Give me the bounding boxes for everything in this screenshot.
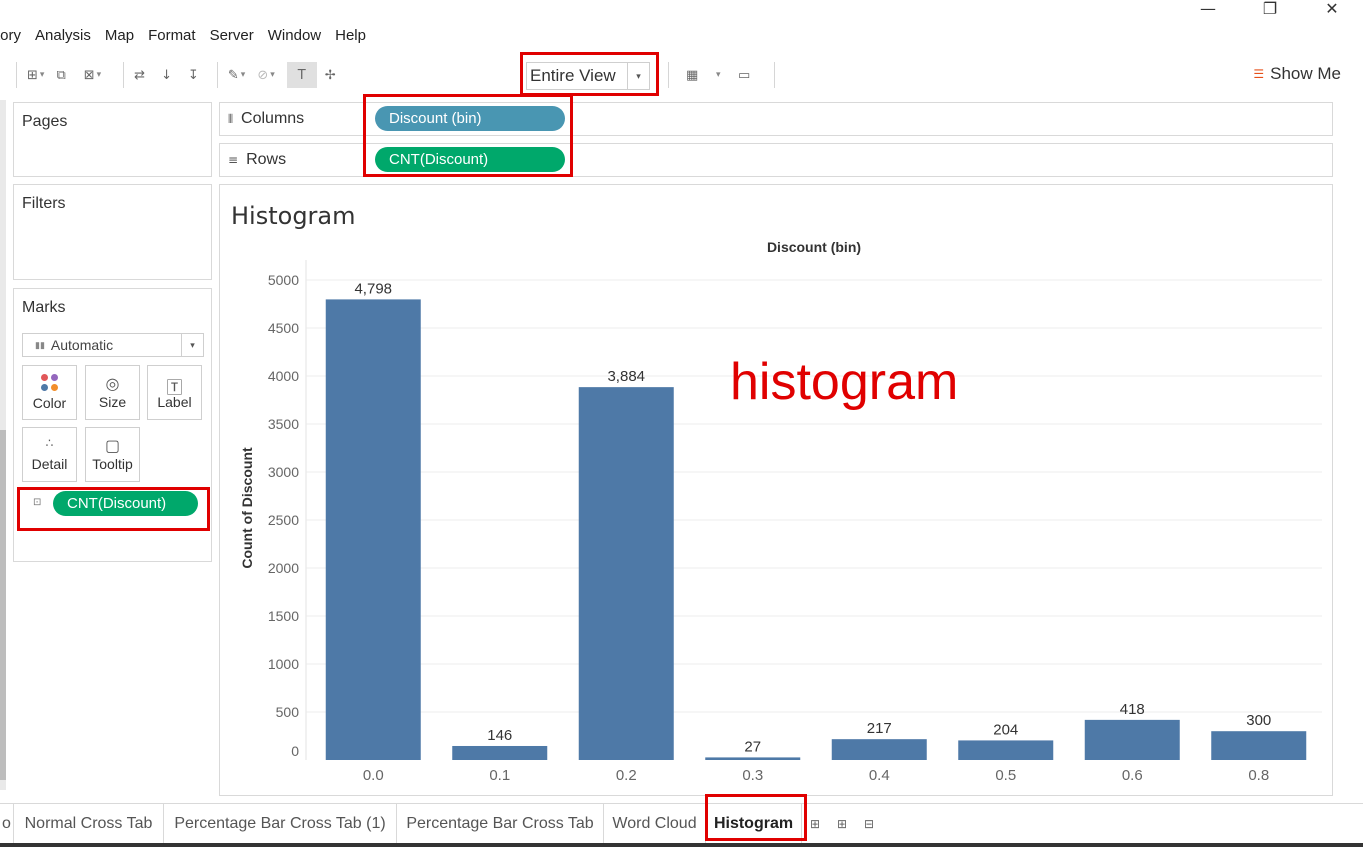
- size-icon: ◎: [105, 374, 120, 393]
- fix-axes-icon[interactable]: ✢: [325, 62, 336, 88]
- detail-label: Detail: [31, 456, 68, 472]
- highlight-box-tab: [705, 794, 807, 841]
- group-members-icon[interactable]: ⊘: [257, 62, 268, 88]
- toolbar-separator: [668, 62, 669, 88]
- toolbar-separator: [216, 62, 218, 88]
- sheet-tab-bar: o Normal Cross Tab Percentage Bar Cross …: [0, 803, 1363, 844]
- duplicate-sheet-icon[interactable]: ⧉: [56, 62, 65, 88]
- rows-icon: ≡: [228, 153, 239, 167]
- highlight-box-shelves: [363, 94, 573, 177]
- highlight-box-fit: [520, 52, 659, 96]
- color-icon: [40, 374, 59, 392]
- bottom-border: [0, 843, 1363, 847]
- label-icon: 🅃: [166, 378, 183, 397]
- color-label: Color: [32, 395, 67, 411]
- tab-word-cloud[interactable]: Word Cloud: [604, 804, 706, 844]
- label-label: Label: [157, 394, 192, 410]
- menu-bar: tory Analysis Map Format Server Window H…: [0, 27, 380, 49]
- sort-ascending-icon[interactable]: ↓: [161, 62, 172, 88]
- left-scrollbar[interactable]: [0, 430, 6, 780]
- new-worksheet-dropdown-icon[interactable]: ▾: [40, 62, 45, 88]
- filters-title: Filters: [22, 195, 66, 212]
- close-button[interactable]: ✕: [1301, 0, 1363, 20]
- new-dashboard-icon[interactable]: ⊞: [837, 804, 847, 844]
- bar-chart-icon: ▮▮: [35, 339, 45, 350]
- marks-title: Marks: [22, 299, 66, 316]
- show-cards-icon[interactable]: ▦: [686, 62, 698, 88]
- menu-story[interactable]: tory: [0, 27, 21, 49]
- clear-sheet-dropdown-icon[interactable]: ▾: [97, 62, 102, 88]
- tab-normal-cross-tab[interactable]: Normal Cross Tab: [14, 804, 164, 844]
- worksheet-view: [219, 184, 1333, 796]
- swap-rows-columns-icon[interactable]: ⇄: [134, 62, 145, 88]
- pages-title: Pages: [22, 113, 68, 130]
- size-label: Size: [98, 394, 127, 410]
- new-story-icon[interactable]: ⊟: [864, 804, 874, 844]
- new-worksheet-icon[interactable]: ⊞: [27, 62, 38, 88]
- tooltip-icon: ▢: [104, 436, 121, 455]
- show-cards-dropdown-icon[interactable]: ▾: [716, 62, 721, 88]
- menu-map[interactable]: Map: [105, 27, 134, 49]
- show-mark-labels-icon[interactable]: T: [286, 62, 317, 88]
- presentation-mode-icon[interactable]: ▭: [738, 62, 750, 88]
- rows-shelf-label: ≡ Rows: [228, 151, 287, 168]
- label-button[interactable]: 🅃 Label: [147, 365, 202, 420]
- show-me-button[interactable]: ☰ Show Me: [1253, 64, 1341, 84]
- page-title: Histogram: [231, 202, 356, 230]
- size-button[interactable]: ◎ Size: [85, 365, 140, 420]
- pages-card[interactable]: Pages: [13, 102, 212, 177]
- menu-help[interactable]: Help: [335, 27, 366, 49]
- menu-analysis[interactable]: Analysis: [35, 27, 91, 49]
- sort-descending-icon[interactable]: ↧: [188, 62, 199, 88]
- tab-partial[interactable]: o: [0, 804, 14, 844]
- chevron-down-icon[interactable]: ▾: [181, 334, 203, 356]
- tab-percentage-bar-cross-tab-1[interactable]: Percentage Bar Cross Tab (1): [164, 804, 397, 844]
- menu-format[interactable]: Format: [148, 27, 196, 49]
- color-button[interactable]: Color: [22, 365, 77, 420]
- toolbar-separator: [774, 62, 775, 88]
- annotation-text: histogram: [730, 353, 959, 411]
- columns-shelf-label: ⫴ Columns: [228, 110, 305, 127]
- highlight-dropdown-icon[interactable]: ▾: [241, 62, 246, 88]
- window-controls: — ❐ ✕: [1177, 0, 1363, 20]
- clear-sheet-icon[interactable]: ⊠: [84, 62, 95, 88]
- columns-icon: ⫴: [228, 112, 234, 126]
- group-dropdown-icon[interactable]: ▾: [270, 62, 275, 88]
- highlight-box-marks: [17, 487, 210, 531]
- toolbar-separator: [16, 62, 17, 88]
- detail-icon: ∴: [45, 436, 54, 450]
- tooltip-label: Tooltip: [92, 456, 133, 472]
- restore-button[interactable]: ❐: [1239, 0, 1301, 20]
- show-me-icon: ☰: [1253, 67, 1265, 81]
- menu-window[interactable]: Window: [268, 27, 321, 49]
- highlight-icon[interactable]: ✎: [228, 62, 239, 88]
- minimize-button[interactable]: —: [1177, 0, 1239, 20]
- menu-server[interactable]: Server: [210, 27, 254, 49]
- toolbar: ⊞ ▾ ⧉ ⊠ ▾ ⇄ ↓ ↧ ✎ ▾ ⊘ ▾ T ✢: [0, 52, 1363, 98]
- mark-type-value: Automatic: [50, 337, 114, 353]
- tooltip-button[interactable]: ▢ Tooltip: [85, 427, 140, 482]
- show-me-label: Show Me: [1270, 64, 1341, 83]
- new-worksheet-icon[interactable]: ⊞: [810, 804, 820, 844]
- tab-percentage-bar-cross-tab[interactable]: Percentage Bar Cross Tab: [397, 804, 604, 844]
- filters-card[interactable]: Filters: [13, 184, 212, 280]
- detail-button[interactable]: ∴ Detail: [22, 427, 77, 482]
- toolbar-separator: [123, 62, 125, 88]
- mark-type-dropdown[interactable]: ▮▮ Automatic ▾: [22, 333, 204, 357]
